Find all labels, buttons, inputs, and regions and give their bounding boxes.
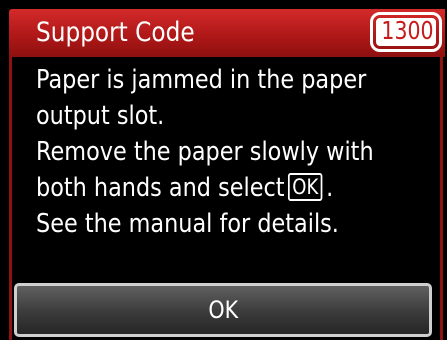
ok-button-label: OK xyxy=(208,296,238,324)
error-message: Paper is jammed in the paper output slot… xyxy=(36,62,436,242)
printer-lcd-screen: Support Code 1300 Paper is jammed in the… xyxy=(0,0,447,340)
support-code-box: 1300 xyxy=(370,12,442,52)
support-code-number: 1300 xyxy=(381,16,434,45)
message-line-2: output slot. xyxy=(36,101,165,131)
header-bar: Support Code 1300 xyxy=(9,9,445,57)
message-line-5: See the manual for details. xyxy=(36,209,339,239)
message-line-3: Remove the paper slowly with xyxy=(36,137,374,167)
header-title: Support Code xyxy=(36,17,195,48)
message-line-1: Paper is jammed in the paper xyxy=(36,65,367,95)
message-line-4-text: both hands and select xyxy=(36,173,285,203)
message-line-4: both hands and select OK. xyxy=(36,170,380,206)
ok-key-icon: OK xyxy=(287,173,323,201)
ok-button[interactable]: OK xyxy=(14,283,432,337)
message-line-4-period: . xyxy=(326,173,334,203)
support-code-background: 1300 xyxy=(376,16,436,46)
